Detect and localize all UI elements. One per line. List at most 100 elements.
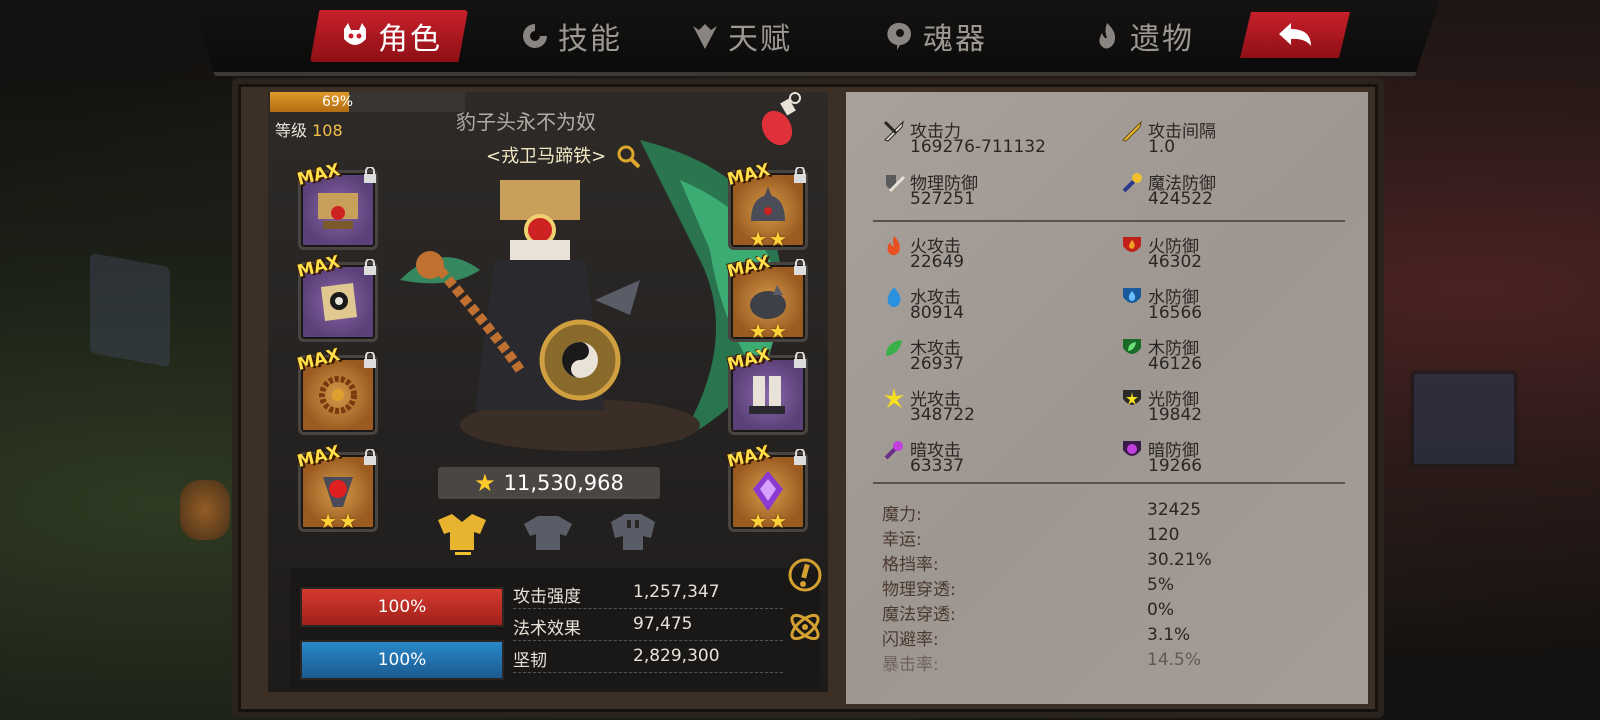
tab-label: 遗物 — [1130, 22, 1194, 57]
attr-label: 魔力: — [882, 505, 922, 525]
tab-soul-vessel[interactable]: 魂器 — [885, 10, 987, 62]
attr-value: 424522 — [1148, 189, 1213, 209]
tab-talent[interactable]: 天赋 — [690, 10, 792, 62]
stat-label: 法术效果 — [513, 619, 581, 639]
tab-label: 技能 — [558, 22, 622, 57]
attr-fire-defense: 火防御 46302 — [1120, 232, 1340, 276]
attr-value: 63337 — [910, 456, 965, 476]
star-icon: ★ — [749, 227, 767, 251]
magic-wand-icon — [1122, 173, 1142, 193]
attr-water-defense: 水防御 16566 — [1120, 283, 1340, 327]
tab-character[interactable]: 角色 — [310, 10, 468, 62]
star-icon: ★ — [319, 509, 337, 533]
lock-icon — [794, 167, 806, 183]
alert-badge-icon[interactable] — [786, 556, 824, 594]
equip-slot-shoulder[interactable]: MAX ★ ★ — [725, 252, 808, 342]
equip-slot-helmet[interactable]: MAX ★ ★ — [725, 160, 808, 250]
attr-value: 30.21% — [1147, 550, 1212, 570]
stat-attack-power: 攻击强度 1,257,347 — [513, 578, 783, 609]
star-icon: ★ — [749, 319, 767, 343]
lock-icon — [364, 259, 376, 275]
attr-water-attack: 水攻击 80914 — [882, 283, 1102, 327]
star-rating: ★ ★ — [731, 511, 805, 531]
atom-orbit-icon[interactable] — [786, 608, 824, 646]
relic-flame-icon — [1099, 23, 1116, 49]
lock-icon — [794, 449, 806, 465]
lock-icon — [364, 167, 376, 183]
attr-dark-attack: 暗攻击 63337 — [882, 436, 1102, 480]
level-label: 等级 — [275, 121, 308, 140]
armored-boots-icon — [749, 376, 785, 414]
back-button[interactable] — [1240, 12, 1350, 58]
combat-power-display: ★ 11,530,968 — [438, 467, 660, 499]
tab-label: 魂器 — [923, 22, 987, 57]
equip-slot-weapon[interactable]: MAX — [295, 345, 378, 435]
stat-label: 坚韧 — [513, 651, 547, 671]
water-attack-icon — [887, 287, 901, 307]
attr-value: 22649 — [910, 252, 965, 272]
divider — [873, 482, 1345, 484]
lock-icon — [364, 449, 376, 465]
lock-icon — [364, 352, 376, 368]
wood-attack-icon — [886, 340, 902, 356]
attr-wood-attack: 木攻击 26937 — [882, 334, 1102, 378]
attr-attack: 攻击力 169276-711132 — [882, 117, 1102, 161]
divider — [873, 220, 1345, 222]
star-rating: ★ ★ — [301, 511, 375, 531]
talent-crest-icon — [693, 24, 717, 49]
star-icon: ★ — [769, 509, 787, 533]
wood-defense-icon — [1123, 339, 1141, 354]
level-value: 108 — [312, 121, 343, 140]
attr-value: 46126 — [1148, 354, 1203, 374]
yinyang-charm-icon — [321, 283, 357, 321]
attr-label: 魔法穿透: — [882, 605, 956, 625]
star-rating: ★ ★ — [731, 321, 805, 341]
star-icon: ★ — [769, 319, 787, 343]
stat-label: 攻击强度 — [513, 587, 581, 607]
attr-label: 暴击率: — [882, 655, 939, 675]
mp-bar: 100% — [300, 640, 504, 680]
attr-label: 闪避率: — [882, 630, 939, 650]
armor-set-2-icon[interactable] — [520, 510, 576, 554]
hero-title: 豹子头永不为奴 — [456, 110, 596, 134]
attr-wood-defense: 木防御 46126 — [1120, 334, 1340, 378]
bagua-hat-icon — [318, 193, 358, 229]
equip-slot-head[interactable]: MAX — [295, 160, 378, 250]
attr-crit-rate: 暴击率: 14.5% — [882, 650, 1302, 675]
background-banner — [90, 252, 170, 368]
attr-value: 19842 — [1148, 405, 1203, 425]
armor-set-1-icon[interactable] — [434, 510, 490, 554]
tab-label: 天赋 — [728, 22, 792, 57]
attr-dark-defense: 暗防御 19266 — [1120, 436, 1340, 480]
tab-relics[interactable]: 遗物 — [1092, 10, 1194, 62]
tab-skills[interactable]: 技能 — [520, 10, 622, 62]
equip-slot-talisman[interactable]: MAX ★ ★ — [725, 442, 808, 532]
attr-magic-defense: 魔法防御 424522 — [1120, 169, 1340, 213]
lock-icon — [794, 259, 806, 275]
attr-value: 16566 — [1148, 303, 1203, 323]
attr-value: 26937 — [910, 354, 965, 374]
fire-defense-icon — [1123, 237, 1141, 252]
equip-slot-amulet[interactable]: MAX ★ ★ — [295, 442, 378, 532]
attr-value: 32425 — [1147, 500, 1202, 520]
star-icon: ★ — [769, 227, 787, 251]
shield-sword-icon — [886, 175, 906, 193]
gold-sword-icon — [1122, 120, 1142, 142]
equip-slot-charm[interactable]: MAX — [295, 252, 378, 342]
stat-value: 2,829,300 — [633, 646, 720, 666]
back-arrow-icon — [1279, 23, 1311, 46]
fire-attack-icon — [887, 236, 900, 256]
stat-spell-effect: 法术效果 97,475 — [513, 610, 783, 641]
dark-defense-icon — [1123, 441, 1141, 456]
attr-value: 169276-711132 — [910, 137, 1046, 157]
attr-value: 1.0 — [1148, 137, 1176, 157]
water-defense-icon — [1123, 288, 1141, 303]
star-rating: ★ ★ — [731, 229, 805, 249]
attr-dodge-rate: 闪避率: 3.1% — [882, 625, 1302, 650]
attr-fire-attack: 火攻击 22649 — [882, 232, 1102, 276]
attr-light-attack: 光攻击 348722 — [882, 385, 1102, 429]
attr-mana: 魔力: 32425 — [882, 500, 1302, 525]
armor-set-3-icon[interactable] — [605, 510, 661, 554]
equip-slot-boots[interactable]: MAX — [725, 345, 808, 435]
lock-icon — [794, 352, 806, 368]
